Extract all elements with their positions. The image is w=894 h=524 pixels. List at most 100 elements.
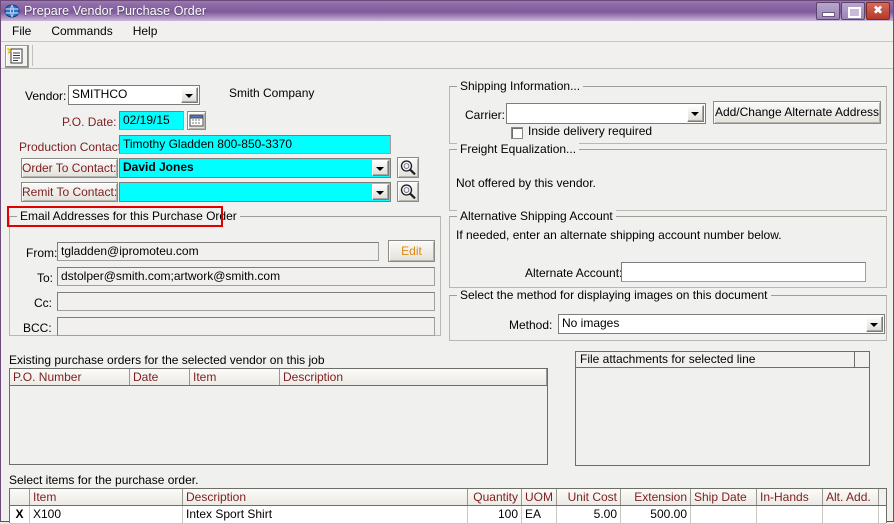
images-group-title: Select the method for displaying images …: [457, 288, 771, 302]
minimize-button[interactable]: [816, 2, 840, 20]
bcc-label: BCC:: [23, 321, 52, 335]
order-to-contact-label-button[interactable]: Order To Contact:: [21, 158, 118, 178]
freight-group-title: Freight Equalization...: [457, 142, 580, 156]
toolbar: [1, 42, 893, 69]
file-attachments-header-corner: [854, 352, 869, 367]
to-input[interactable]: dstolper@smith.com;artwork@smith.com: [57, 267, 435, 286]
email-group-highlight-annotation: [7, 206, 223, 227]
prepare-vendor-purchase-order-window: Prepare Vendor Purchase Order ✖ File Com…: [0, 0, 894, 524]
menu-commands[interactable]: Commands: [42, 22, 121, 40]
bcc-input[interactable]: [57, 317, 435, 336]
close-icon: ✖: [872, 3, 884, 17]
production-contact-label: Production Contact:: [19, 140, 125, 154]
table-row[interactable]: X X100 Intex Sport Shirt 100 EA 5.00 500…: [10, 506, 886, 524]
cc-label: Cc:: [34, 296, 52, 310]
notes-document-button[interactable]: [5, 45, 29, 68]
cc-input[interactable]: [57, 292, 435, 311]
col-quantity[interactable]: Quantity: [468, 489, 522, 505]
window-title: Prepare Vendor Purchase Order: [24, 4, 207, 18]
existing-pos-caption: Existing purchase orders for the selecte…: [9, 353, 325, 367]
col-item[interactable]: Item: [30, 489, 183, 505]
order-to-contact-lookup-button[interactable]: [397, 157, 419, 178]
freight-message: Not offered by this vendor.: [456, 176, 596, 190]
chevron-down-icon[interactable]: [866, 316, 883, 332]
carrier-label: Carrier:: [465, 108, 506, 122]
col-unit-cost[interactable]: Unit Cost: [557, 489, 621, 505]
cell-extension[interactable]: 500.00: [621, 506, 691, 523]
chevron-down-icon[interactable]: [181, 87, 198, 103]
cell-in-hands[interactable]: [757, 506, 823, 523]
title-bar: Prepare Vendor Purchase Order ✖: [1, 1, 893, 21]
vendor-value: SMITHCO: [72, 87, 128, 101]
cell-ship-date[interactable]: [691, 506, 757, 523]
carrier-select[interactable]: [506, 103, 706, 124]
toolbar-separator: [32, 45, 33, 66]
col-po-number[interactable]: P.O. Number: [10, 369, 130, 385]
po-date-label: P.O. Date:: [62, 115, 117, 129]
inside-delivery-label: Inside delivery required: [528, 124, 653, 138]
cell-unit-cost[interactable]: 5.00: [557, 506, 621, 523]
po-date-input[interactable]: 02/19/15: [119, 111, 184, 130]
add-change-alternate-address-button[interactable]: Add/Change Alternate Address: [713, 101, 881, 124]
vendor-label: Vendor:: [25, 89, 67, 103]
col-date[interactable]: Date: [130, 369, 190, 385]
vendor-select[interactable]: SMITHCO: [68, 85, 200, 105]
existing-pos-header-row: P.O. Number Date Item Description: [10, 369, 547, 386]
cell-quantity[interactable]: 100: [468, 506, 522, 523]
notes-document-icon: [7, 47, 23, 64]
inside-delivery-checkbox[interactable]: [511, 127, 523, 139]
col-description[interactable]: Description: [280, 369, 547, 385]
col-item[interactable]: Item: [190, 369, 280, 385]
col-uom[interactable]: UOM: [522, 489, 557, 505]
menu-help[interactable]: Help: [124, 22, 167, 40]
chevron-down-icon[interactable]: [372, 160, 389, 176]
existing-purchase-orders-grid[interactable]: P.O. Number Date Item Description: [9, 368, 548, 465]
alternate-account-input[interactable]: [621, 262, 866, 282]
cell-item[interactable]: X100: [30, 506, 183, 523]
alt-account-group-title: Alternative Shipping Account: [457, 209, 616, 223]
method-label: Method:: [509, 318, 553, 332]
col-extension[interactable]: Extension: [621, 489, 691, 505]
cell-alt-add[interactable]: [823, 506, 879, 523]
cell-description[interactable]: Intex Sport Shirt: [183, 506, 468, 523]
window-controls: ✖: [815, 2, 890, 20]
image-method-value: No images: [562, 316, 620, 330]
from-label: From:: [26, 246, 58, 260]
shipping-group-title: Shipping Information...: [457, 79, 584, 93]
existing-pos-body: [10, 386, 547, 464]
menu-bar: File Commands Help: [1, 21, 893, 42]
col-in-hands[interactable]: In-Hands: [757, 489, 823, 505]
remit-to-contact-label-button[interactable]: Remit To Contact:: [21, 182, 118, 202]
production-contact-input[interactable]: Timothy Gladden 800-850-3370: [119, 135, 391, 154]
items-header-row: Item Description Quantity UOM Unit Cost …: [10, 489, 886, 506]
close-button[interactable]: ✖: [866, 2, 890, 20]
calendar-picker-button[interactable]: [187, 111, 206, 130]
purchase-order-items-grid[interactable]: Item Description Quantity UOM Unit Cost …: [9, 488, 887, 524]
order-to-contact-value: David Jones: [123, 160, 194, 174]
col-alt-add[interactable]: Alt. Add.: [823, 489, 879, 505]
order-to-contact-select[interactable]: David Jones: [119, 158, 391, 178]
app-globe-icon: [4, 4, 20, 18]
maximize-button[interactable]: [841, 2, 865, 20]
col-row-selector: [10, 489, 30, 505]
vendor-company-name: Smith Company: [229, 86, 315, 100]
row-selector[interactable]: X: [10, 506, 30, 523]
file-attachments-header: File attachments for selected line: [576, 352, 869, 368]
chevron-down-icon[interactable]: [687, 105, 704, 122]
menu-file[interactable]: File: [3, 22, 40, 40]
remit-to-contact-select[interactable]: [119, 182, 391, 202]
from-input[interactable]: tgladden@ipromoteu.com: [57, 242, 379, 261]
magnifier-icon: [400, 184, 416, 200]
col-ship-date[interactable]: Ship Date: [691, 489, 757, 505]
file-attachments-panel[interactable]: File attachments for selected line: [575, 351, 870, 466]
col-description[interactable]: Description: [183, 489, 468, 505]
magnifier-icon: [400, 160, 416, 176]
alt-account-hint: If needed, enter an alternate shipping a…: [456, 228, 782, 242]
remit-to-contact-lookup-button[interactable]: [397, 181, 419, 202]
alternate-account-label: Alternate Account:: [525, 266, 623, 280]
chevron-down-icon[interactable]: [372, 184, 389, 200]
calendar-icon: [189, 114, 204, 127]
image-method-select[interactable]: No images: [558, 314, 885, 334]
cell-uom[interactable]: EA: [522, 506, 557, 523]
edit-button[interactable]: Edit: [388, 240, 435, 262]
